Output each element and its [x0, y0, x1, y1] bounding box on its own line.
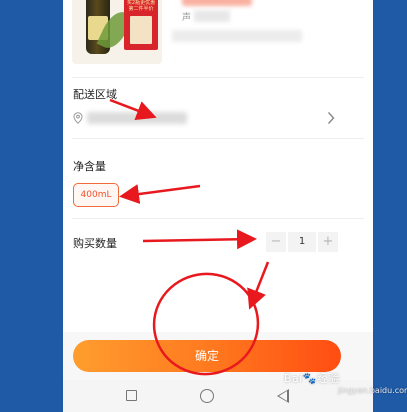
- quantity-title: 购买数量: [73, 237, 117, 250]
- quantity-input[interactable]: 1: [288, 232, 316, 252]
- back-icon[interactable]: [277, 389, 289, 403]
- spec-blurred: [194, 10, 230, 22]
- product-summary: 买2瓶更优惠 第二件半价 声: [72, 0, 364, 70]
- delivery-area-title: 配送区域: [73, 88, 117, 101]
- home-icon[interactable]: [200, 389, 214, 403]
- decrease-button[interactable]: −: [266, 232, 286, 252]
- volume-title: 净含量: [73, 160, 106, 173]
- promo-text: 买2瓶更优惠 第二件半价: [126, 0, 156, 12]
- baidu-watermark: Bai🐾经验: [284, 372, 341, 385]
- quantity-stepper: − 1 +: [266, 232, 338, 252]
- location-pin-icon: [73, 112, 83, 124]
- price-blurred: [182, 0, 252, 6]
- chevron-right-icon[interactable]: [327, 111, 335, 129]
- promo-card-inner: [130, 16, 152, 44]
- product-image: 买2瓶更优惠 第二件半价: [72, 0, 162, 64]
- delivery-address-blurred[interactable]: [87, 112, 187, 124]
- divider: [72, 218, 364, 219]
- recent-apps-icon[interactable]: [126, 390, 137, 401]
- spec-blurred-2: [172, 30, 302, 42]
- increase-button[interactable]: +: [318, 232, 338, 252]
- confirm-button[interactable]: 确定: [73, 340, 341, 372]
- volume-option-400ml[interactable]: 400mL: [73, 183, 119, 207]
- phone-screen: 买2瓶更优惠 第二件半价 声 配送区域 净含量 400mL 购买数量 − 1 +…: [63, 0, 373, 412]
- spec-prefix: 声: [182, 13, 192, 23]
- divider: [72, 77, 364, 78]
- divider: [72, 138, 364, 139]
- baidu-watermark-url: jingyan.baidu.com: [338, 386, 407, 395]
